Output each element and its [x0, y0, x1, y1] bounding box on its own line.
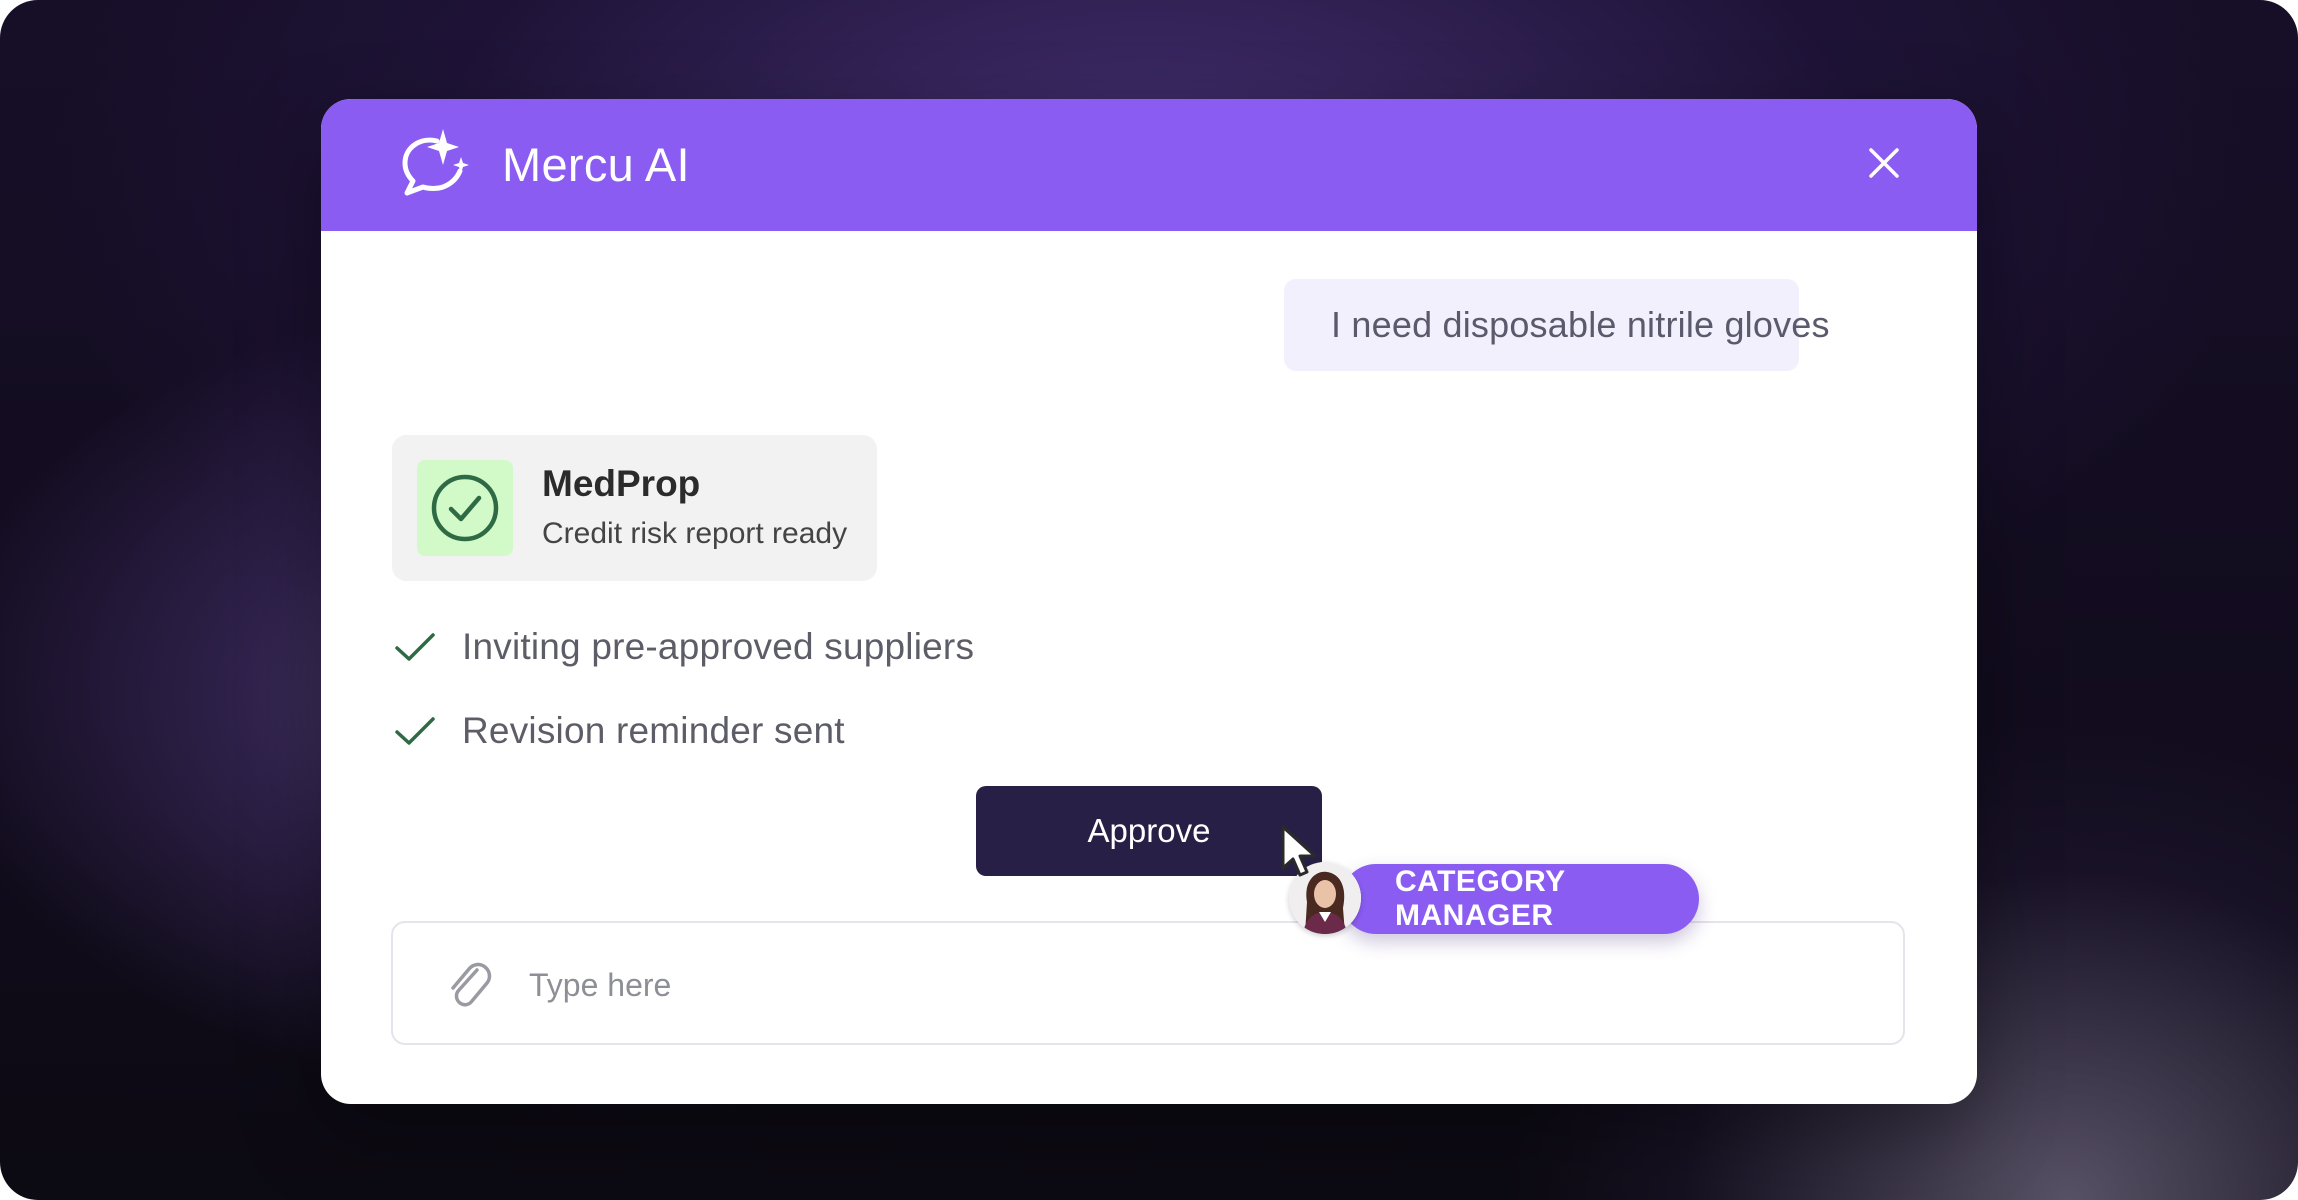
dialog-header: Mercu AI [321, 99, 1977, 231]
cursor-arrow-icon [1281, 825, 1317, 877]
message-composer [391, 921, 1905, 1045]
step-item: Revision reminder sent [394, 706, 845, 756]
supplier-name: MedProp [542, 463, 701, 504]
approve-button[interactable]: Approve [976, 786, 1322, 876]
check-circle-icon [417, 460, 513, 556]
user-message-bubble: I need disposable nitrile gloves [1284, 279, 1830, 371]
user-message-text: I need disposable nitrile gloves [1331, 304, 1830, 345]
message-input[interactable] [527, 957, 1131, 1013]
supplier-status: Credit risk report ready [542, 517, 848, 550]
background-stage: Mercu AI I need disposable nitrile glove… [0, 0, 2298, 1200]
mercu-ai-dialog: Mercu AI I need disposable nitrile glove… [321, 99, 1977, 1104]
chat-sparkle-icon [402, 129, 469, 196]
check-icon [395, 633, 435, 661]
step-label: Inviting pre-approved suppliers [462, 626, 975, 667]
supplier-status-card[interactable]: MedProp Credit risk report ready [392, 435, 877, 581]
step-label: Revision reminder sent [462, 710, 845, 751]
check-icon [395, 717, 435, 745]
step-item: Inviting pre-approved suppliers [394, 622, 974, 672]
close-icon[interactable] [1864, 143, 1904, 183]
paperclip-icon[interactable] [445, 958, 493, 1010]
category-manager-badge: CATEGORY MANAGER [1341, 864, 1699, 934]
dialog-title: Mercu AI [502, 138, 690, 191]
